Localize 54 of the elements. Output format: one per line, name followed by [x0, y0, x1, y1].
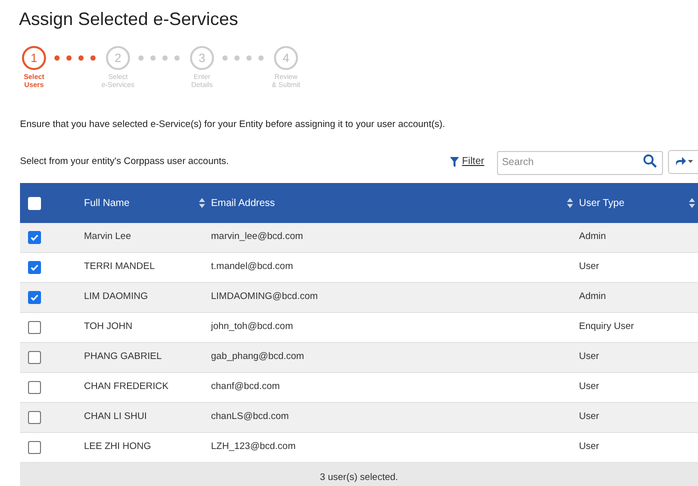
sort-icon[interactable]	[689, 198, 695, 208]
table-row[interactable]: Marvin Lee marvin_lee@bcd.com Admin	[20, 223, 698, 253]
export-button[interactable]	[668, 150, 698, 174]
user-type-cell: Enquiry User	[579, 321, 634, 332]
caret-icon	[688, 160, 693, 164]
email-cell: LZH_123@bcd.com	[211, 441, 296, 452]
checkbox[interactable]	[28, 231, 41, 244]
email-cell: chanLS@bcd.com	[211, 411, 289, 422]
name-cell: Marvin Lee	[84, 231, 131, 242]
email-cell: chanf@bcd.com	[211, 381, 280, 392]
user-type-cell: Admin	[579, 291, 606, 302]
user-type-cell: Admin	[579, 231, 606, 242]
filter-icon	[450, 156, 459, 167]
name-cell: LEE ZHI HONG	[84, 441, 152, 452]
email-cell: marvin_lee@bcd.com	[211, 231, 304, 242]
instruction-text: Select from your entity's Corppass user accounts.	[20, 155, 229, 169]
user-type-cell: User	[579, 351, 600, 362]
share-icon	[675, 157, 686, 166]
table-row[interactable]: LIM DAOMING LIMDAOMING@bcd.com Admin	[20, 283, 698, 313]
name-cell: TERRI MANDEL	[84, 261, 155, 272]
column-header[interactable]: User Type	[579, 196, 624, 210]
user-type-cell: User	[579, 441, 600, 452]
name-cell: CHAN FREDERICK	[84, 381, 168, 392]
user-type-cell: User	[579, 411, 600, 422]
search-icon[interactable]	[643, 154, 657, 168]
table-row[interactable]: PHANG GABRIEL gab_phang@bcd.com User	[20, 343, 698, 373]
checkbox[interactable]	[28, 351, 41, 364]
checkbox[interactable]	[28, 261, 41, 274]
checkbox[interactable]	[28, 291, 41, 304]
email-cell: LIMDAOMING@bcd.com	[211, 291, 318, 302]
selection-count: 3 user(s) selected.	[320, 470, 398, 485]
checkbox[interactable]	[28, 196, 41, 210]
column-header[interactable]: Email Address	[211, 196, 275, 210]
checkbox[interactable]	[28, 411, 41, 424]
filter-link[interactable]: Filter	[450, 154, 492, 170]
name-cell: LIM DAOMING	[84, 291, 148, 302]
sort-icon[interactable]	[199, 198, 205, 208]
checkbox[interactable]	[28, 321, 41, 334]
page-title: Assign Selected e-Services	[19, 8, 238, 31]
name-cell: PHANG GABRIEL	[84, 351, 162, 362]
table-row[interactable]: CHAN LI SHUI chanLS@bcd.com User	[20, 403, 698, 433]
sort-icon[interactable]	[567, 198, 573, 208]
search-field[interactable]: Search	[497, 150, 663, 174]
email-cell: t.mandel@bcd.com	[211, 261, 293, 272]
checkbox[interactable]	[28, 441, 41, 454]
email-cell: john_toh@bcd.com	[211, 321, 293, 332]
user-type-cell: User	[579, 381, 600, 392]
user-type-cell: User	[579, 261, 600, 272]
notice-text: Ensure that you have selected e-Service(s) for your Entity before assigning it to your user account(s).	[20, 118, 446, 132]
name-cell: TOH JOHN	[84, 321, 132, 332]
email-cell: gab_phang@bcd.com	[211, 351, 304, 362]
column-header[interactable]: Full Name	[84, 196, 130, 210]
checkbox[interactable]	[28, 381, 41, 394]
name-cell: CHAN LI SHUI	[84, 411, 147, 422]
